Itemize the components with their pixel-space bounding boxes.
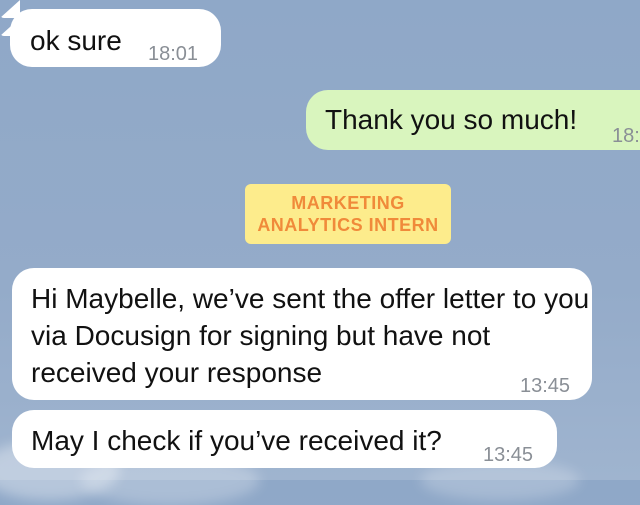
sticker-label[interactable]: MARKETING ANALYTICS INTERN [245, 184, 451, 244]
message-bubble-outgoing[interactable]: Thank you so much! 18: [306, 90, 640, 150]
message-text: Hi Maybelle, we’ve sent the offer letter… [31, 283, 590, 388]
message-time: 18:01 [148, 43, 199, 65]
bubble-tail [0, 18, 20, 36]
message-time: 13:45 [520, 375, 571, 397]
sticker-line-1: MARKETING [291, 193, 405, 213]
message-text: Thank you so much! [325, 104, 578, 135]
message-time: 13:45 [483, 444, 534, 466]
sticker-line-2: ANALYTICS INTERN [257, 215, 439, 235]
message-text: ok sure [30, 25, 122, 56]
message-bubble-incoming[interactable]: Hi Maybelle, we’ve sent the offer letter… [12, 268, 592, 400]
message-bubble-incoming[interactable]: May I check if you’ve received it? 13:45 [12, 410, 557, 468]
message-text: May I check if you’ve received it? [31, 425, 442, 456]
message-time: 18: [612, 125, 640, 147]
message-bubble-incoming[interactable]: ok sure 18:01 [10, 9, 221, 67]
